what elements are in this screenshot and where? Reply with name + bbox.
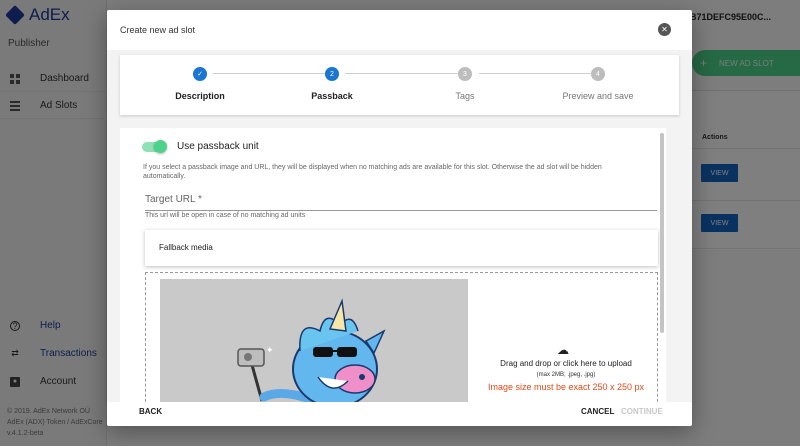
dropzone-constraints: (max 2MB; .jpeg, .jpg)	[536, 372, 596, 378]
step-passback[interactable]: 2 Passback	[272, 67, 392, 101]
fallback-media-panel[interactable]: Fallback media	[145, 230, 658, 266]
dropzone-instructions: Drag and drop or click here to upload	[500, 359, 632, 368]
close-icon[interactable]: ✕	[658, 23, 671, 36]
image-size-error: Image size must be exact 250 x 250 px	[487, 382, 645, 392]
unicorn-selfie-image: ✦	[237, 298, 386, 402]
passback-toggle-label: Use passback unit	[177, 141, 259, 152]
form-scrollbar[interactable]	[660, 133, 664, 333]
step-tags[interactable]: 3 Tags	[405, 67, 525, 101]
fallback-image-preview: ✦	[160, 279, 468, 402]
create-ad-slot-dialog: Create new ad slot ✕ ✓ Description 2 Pas…	[107, 10, 692, 426]
step-number: 4	[591, 67, 605, 81]
step-label: Description	[175, 91, 225, 101]
step-label: Preview and save	[562, 91, 634, 101]
passback-help-text: If you select a passback image and URL, …	[143, 164, 602, 180]
check-icon: ✓	[193, 67, 207, 81]
step-number: 3	[458, 67, 472, 81]
stepper: ✓ Description 2 Passback 3 Tags 4 Previe…	[120, 55, 679, 115]
step-number: 2	[325, 67, 339, 81]
step-preview-and-save[interactable]: 4 Preview and save	[538, 67, 658, 101]
cloud-upload-icon: ☁︎	[557, 343, 569, 357]
dialog-title: Create new ad slot	[120, 25, 196, 35]
passback-form: Use passback unit If you select a passba…	[120, 128, 666, 402]
upload-dropzone[interactable]: ✦ ☁︎ Drag and drop or click here to uplo…	[145, 272, 658, 402]
continue-button[interactable]: CONTINUE	[621, 407, 663, 416]
target-url-hint: This url will be open in case of no matc…	[145, 212, 306, 219]
target-url-underline	[145, 210, 657, 211]
step-description[interactable]: ✓ Description	[140, 67, 260, 101]
cancel-button[interactable]: CANCEL	[581, 407, 614, 416]
target-url-input[interactable]: Target URL *	[145, 194, 202, 205]
toggle-knob[interactable]	[154, 140, 167, 153]
back-button[interactable]: BACK	[139, 407, 162, 416]
step-label: Tags	[455, 91, 475, 101]
fallback-media-title: Fallback media	[159, 243, 213, 252]
step-label: Passback	[311, 91, 353, 101]
svg-text:✦: ✦	[266, 345, 274, 355]
